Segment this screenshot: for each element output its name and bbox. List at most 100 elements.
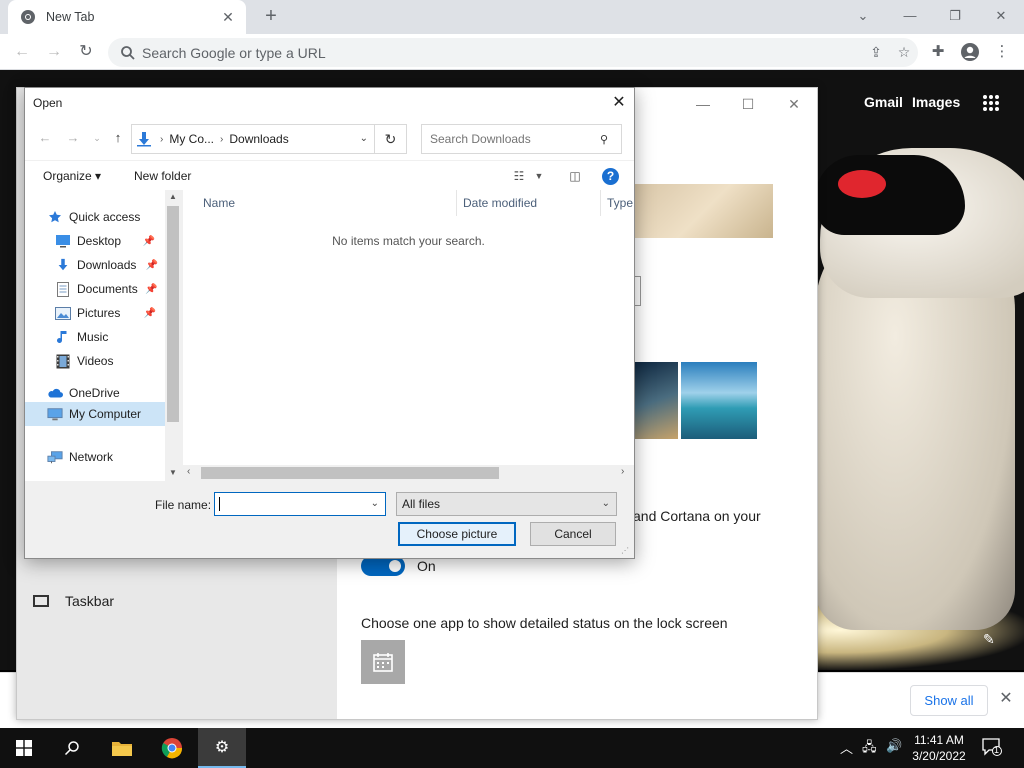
file-list-pane: Name Date modified Type No items match y… [183,190,634,481]
navigation-pane: Quick access Desktop 📌 Downloads 📌 Docum… [25,190,181,481]
tab-close-icon[interactable]: ✕ [220,9,236,25]
settings-close-icon[interactable]: ✕ [784,94,804,114]
choose-picture-button[interactable]: Choose picture [398,522,516,546]
preview-pane-icon[interactable]: ◫ [567,169,583,183]
scroll-up-arrow-icon[interactable]: ▲ [167,192,179,201]
breadcrumb-my-computer[interactable]: My Co... [169,132,214,146]
nav-item-desktop[interactable]: Desktop 📌 [55,230,155,252]
scroll-left-arrow-icon[interactable]: ‹ [187,466,190,477]
nav-item-label: Videos [77,354,114,368]
close-window-icon[interactable]: ✕ [989,5,1013,27]
file-type-select[interactable]: All files ⌄ [396,492,617,516]
windows-taskbar: ⚙ ︿ 🖧 🔊 11:41 AM 3/20/2022 1 [0,728,1024,768]
customize-pencil-icon[interactable]: ✎ [983,631,999,647]
bookmark-star-icon[interactable]: ☆ [890,44,918,61]
taskbar-search-icon[interactable] [48,728,96,768]
back-arrow-icon[interactable]: ← [10,40,34,64]
column-header-type[interactable]: Type [607,190,634,216]
pin-icon[interactable]: 📌 [144,308,156,319]
refresh-icon[interactable]: ↻ [375,124,407,154]
omnibox[interactable]: Search Google or type a URL ⇪ ☆ [108,38,918,67]
scroll-right-arrow-icon[interactable]: › [621,466,624,477]
nav-item-my-computer[interactable]: My Computer [25,402,165,426]
fun-facts-toggle[interactable] [361,556,405,576]
tab-new-tab[interactable]: New Tab ✕ [8,0,246,34]
scrollbar-thumb[interactable] [201,467,499,479]
background-thumbnail-1[interactable] [634,362,678,439]
forward-arrow-icon[interactable]: → [42,40,66,64]
chrome-taskbar-icon[interactable] [148,728,196,768]
nav-item-documents[interactable]: Documents 📌 [55,278,158,300]
dialog-forward-icon[interactable]: → [65,130,81,146]
minimize-icon[interactable]: — [898,5,922,27]
address-dropdown-chevron-icon[interactable]: ⌄ [360,133,368,144]
navigation-pane-scrollbar[interactable]: ▲ ▼ [165,190,181,481]
extensions-puzzle-icon[interactable]: ✚ [926,40,950,64]
search-box[interactable]: ⚲ [421,124,622,154]
show-hidden-icons-chevron-icon[interactable]: ︿ [840,738,853,757]
show-all-button[interactable]: Show all [910,685,988,716]
network-tray-icon[interactable]: 🖧 [862,738,877,760]
dialog-back-icon[interactable]: ← [37,130,53,146]
breadcrumb-downloads[interactable]: Downloads [229,132,288,146]
pin-icon[interactable]: 📌 [145,284,157,295]
pin-icon[interactable]: 📌 [143,236,155,247]
settings-maximize-icon[interactable]: ☐ [738,94,758,114]
chrome-tab-strip: New Tab ✕ + ⌄ — ❐ ✕ [0,0,1024,34]
search-downloads-input[interactable] [430,132,600,146]
change-view-icon[interactable]: ☷ [511,169,527,183]
resize-grip-icon[interactable]: ⋰ [621,546,631,556]
nav-item-quick-access[interactable]: Quick access [47,206,140,228]
settings-minimize-icon[interactable]: — [693,94,713,114]
notification-count-badge: 1 [994,745,1000,755]
scrollbar-thumb[interactable] [167,206,179,422]
windows-start-icon[interactable] [0,728,48,768]
recent-locations-chevron-icon[interactable]: ⌄ [89,130,105,146]
column-header-name[interactable]: Name [203,190,457,216]
view-options-chevron-icon[interactable]: ▼ [531,169,547,183]
organize-button[interactable]: Organize ▾ [43,169,101,183]
close-bar-icon[interactable]: ✕ [996,689,1016,709]
new-tab-plus-icon[interactable]: + [260,5,282,27]
new-folder-button[interactable]: New folder [134,169,191,183]
volume-icon[interactable]: 🔊 [886,738,902,754]
scroll-down-arrow-icon[interactable]: ▼ [167,468,179,477]
sidebar-item-taskbar[interactable]: Taskbar [33,593,114,609]
profile-avatar-icon[interactable] [958,40,982,64]
reload-icon[interactable]: ↻ [74,40,98,64]
google-apps-grid-icon[interactable] [982,94,1000,112]
restore-icon[interactable]: ❐ [943,5,967,27]
address-bar[interactable]: › My Co... › Downloads ⌄ [131,124,375,154]
file-list-horizontal-scrollbar[interactable]: ‹ › [183,465,634,481]
cancel-button[interactable]: Cancel [530,522,616,546]
gmail-link[interactable]: Gmail [864,94,903,110]
system-clock[interactable]: 11:41 AM 3/20/2022 [908,732,970,764]
background-thumbnail-2[interactable] [681,362,757,439]
notification-center-icon[interactable]: 1 [982,738,1004,758]
tab-search-chevron-icon[interactable]: ⌄ [851,5,875,27]
nav-item-music[interactable]: Music [55,326,108,348]
file-name-combobox[interactable]: ⌄ [214,492,386,516]
nav-item-onedrive[interactable]: OneDrive [47,382,120,404]
nav-item-label: Pictures [77,306,121,320]
share-icon[interactable]: ⇪ [862,44,890,61]
settings-gear-icon[interactable]: ⚙ [198,728,246,768]
dialog-title: Open [33,96,63,110]
lock-status-app-button[interactable] [361,640,405,684]
nav-item-label: My Computer [69,407,142,421]
images-link[interactable]: Images [912,94,960,110]
column-header-date-modified[interactable]: Date modified [463,190,601,216]
nav-item-videos[interactable]: Videos [55,350,113,372]
nav-item-network[interactable]: Network [47,446,113,468]
pin-icon[interactable]: 📌 [146,260,158,271]
file-explorer-icon[interactable] [98,728,146,768]
kebab-menu-icon[interactable]: ⋮ [990,40,1014,64]
nav-item-label: Quick access [69,210,141,224]
nav-item-pictures[interactable]: Pictures 📌 [55,302,156,324]
dialog-close-icon[interactable]: ✕ [609,93,629,113]
help-icon[interactable]: ? [602,168,619,185]
empty-state-message: No items match your search. [332,234,485,248]
nav-item-downloads[interactable]: Downloads 📌 [55,254,158,276]
up-arrow-icon[interactable]: ↑ [110,130,126,146]
file-name-dropdown-chevron-icon[interactable]: ⌄ [371,498,379,509]
